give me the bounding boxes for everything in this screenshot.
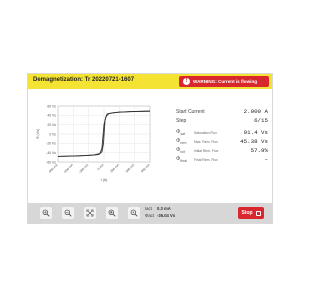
fit-screen-button[interactable] [84, 207, 96, 219]
flux-value: 45.38 Vs [240, 138, 268, 145]
phi-act-value: -36.04 Vs [157, 212, 176, 218]
flux-row-init: Φinit Initial Rem. Flux 57.9% [176, 146, 268, 155]
warning-text: WARNING: Current is flowing [193, 79, 258, 84]
flux-value: 91.4 Vs [243, 129, 268, 136]
flux-value: – [264, 156, 268, 163]
zoom-out-button[interactable] [62, 207, 74, 219]
x-tick-label: 600 mA [125, 162, 136, 173]
y-tick-label: -20 Vs [46, 142, 56, 146]
warning-badge: ! WARNING: Current is flowing [179, 76, 269, 87]
step-row: Step 6/15 [176, 116, 268, 125]
y-tick-label: 20 Vs [47, 123, 56, 127]
x-tick-label: 0 mA [97, 162, 106, 171]
phi-symbol: Φfinal [176, 155, 187, 164]
page-title: Demagnetization: Tr 20220721-1607 [33, 77, 135, 83]
x-tick-label: -300 mA [78, 162, 90, 174]
flux-value: 57.9% [250, 147, 268, 154]
x-tick-label: -600 mA [63, 162, 75, 174]
zoom-in-icon [42, 209, 50, 217]
flux-desc: Max. Rem. Flux [194, 139, 218, 144]
flux-row-sat: Φsat Saturation Flux 91.4 Vs [176, 128, 268, 137]
start-current-value: 2.000 A [243, 108, 268, 115]
pan-icon [130, 209, 138, 217]
device-screen: Demagnetization: Tr 20220721-1607 ! WARN… [27, 73, 273, 224]
pan-button[interactable] [128, 207, 140, 219]
start-current-label: Start Current [176, 108, 205, 115]
y-tick-label: -40 Vs [46, 151, 56, 155]
exclamation-icon: ! [183, 78, 190, 85]
flux-row-final: Φfinal Final Rem. Flux – [176, 155, 268, 164]
header-bar: Demagnetization: Tr 20220721-1607 ! WARN… [28, 74, 272, 89]
stop-label: Stop [241, 210, 253, 216]
zoom-in-button[interactable] [40, 207, 52, 219]
stop-icon [255, 210, 261, 216]
x-axis-label: I (A) [101, 178, 108, 182]
step-value: 6/15 [254, 117, 268, 124]
phi-act-label: Φact [145, 212, 154, 218]
step-label: Step [176, 117, 187, 124]
fit-screen-icon [86, 209, 94, 217]
zoom-reset-button[interactable] [106, 207, 118, 219]
x-tick-label: 900 mA [140, 162, 151, 173]
zoom-out-icon [64, 209, 72, 217]
y-tick-label: 0 Vs [49, 132, 56, 136]
flux-desc: Saturation Flux [194, 130, 217, 135]
live-readout: Iact 0.3 mA Φact -36.04 Vs [145, 206, 185, 219]
y-tick-label: 60 Vs [47, 104, 56, 108]
y-axis-label: Ф (Vs) [36, 129, 40, 139]
x-tick-label: 300 mA [109, 162, 120, 173]
flux-desc: Initial Rem. Flux [194, 148, 219, 153]
chart-svg: 60 Vs40 Vs20 Vs0 Vs-20 Vs-40 Vs-60 Vs-90… [36, 104, 151, 182]
zoom-reset-icon [108, 209, 116, 217]
toolbar: Iact 0.3 mA Φact -36.04 Vs Stop [28, 203, 272, 223]
phi-symbol: Φsat [176, 128, 186, 137]
y-tick-label: 40 Vs [47, 114, 56, 118]
flux-row-rem: Φrem Max. Rem. Flux 45.38 Vs [176, 137, 268, 146]
iact-label: Iact [145, 206, 152, 211]
info-panel: Start Current 2.000 A Step 6/15 Φsat Sat… [176, 107, 268, 164]
stop-button[interactable]: Stop [238, 207, 264, 219]
phi-symbol: Φrem [176, 137, 187, 146]
start-current-row: Start Current 2.000 A [176, 107, 268, 116]
flux-desc: Final Rem. Flux [194, 157, 218, 162]
phi-symbol: Φinit [176, 146, 185, 155]
hysteresis-chart: 60 Vs 40 Vs 20 Vs 0 Vs -20 Vs -40 Vs -60 Vs -90… [32, 102, 172, 187]
